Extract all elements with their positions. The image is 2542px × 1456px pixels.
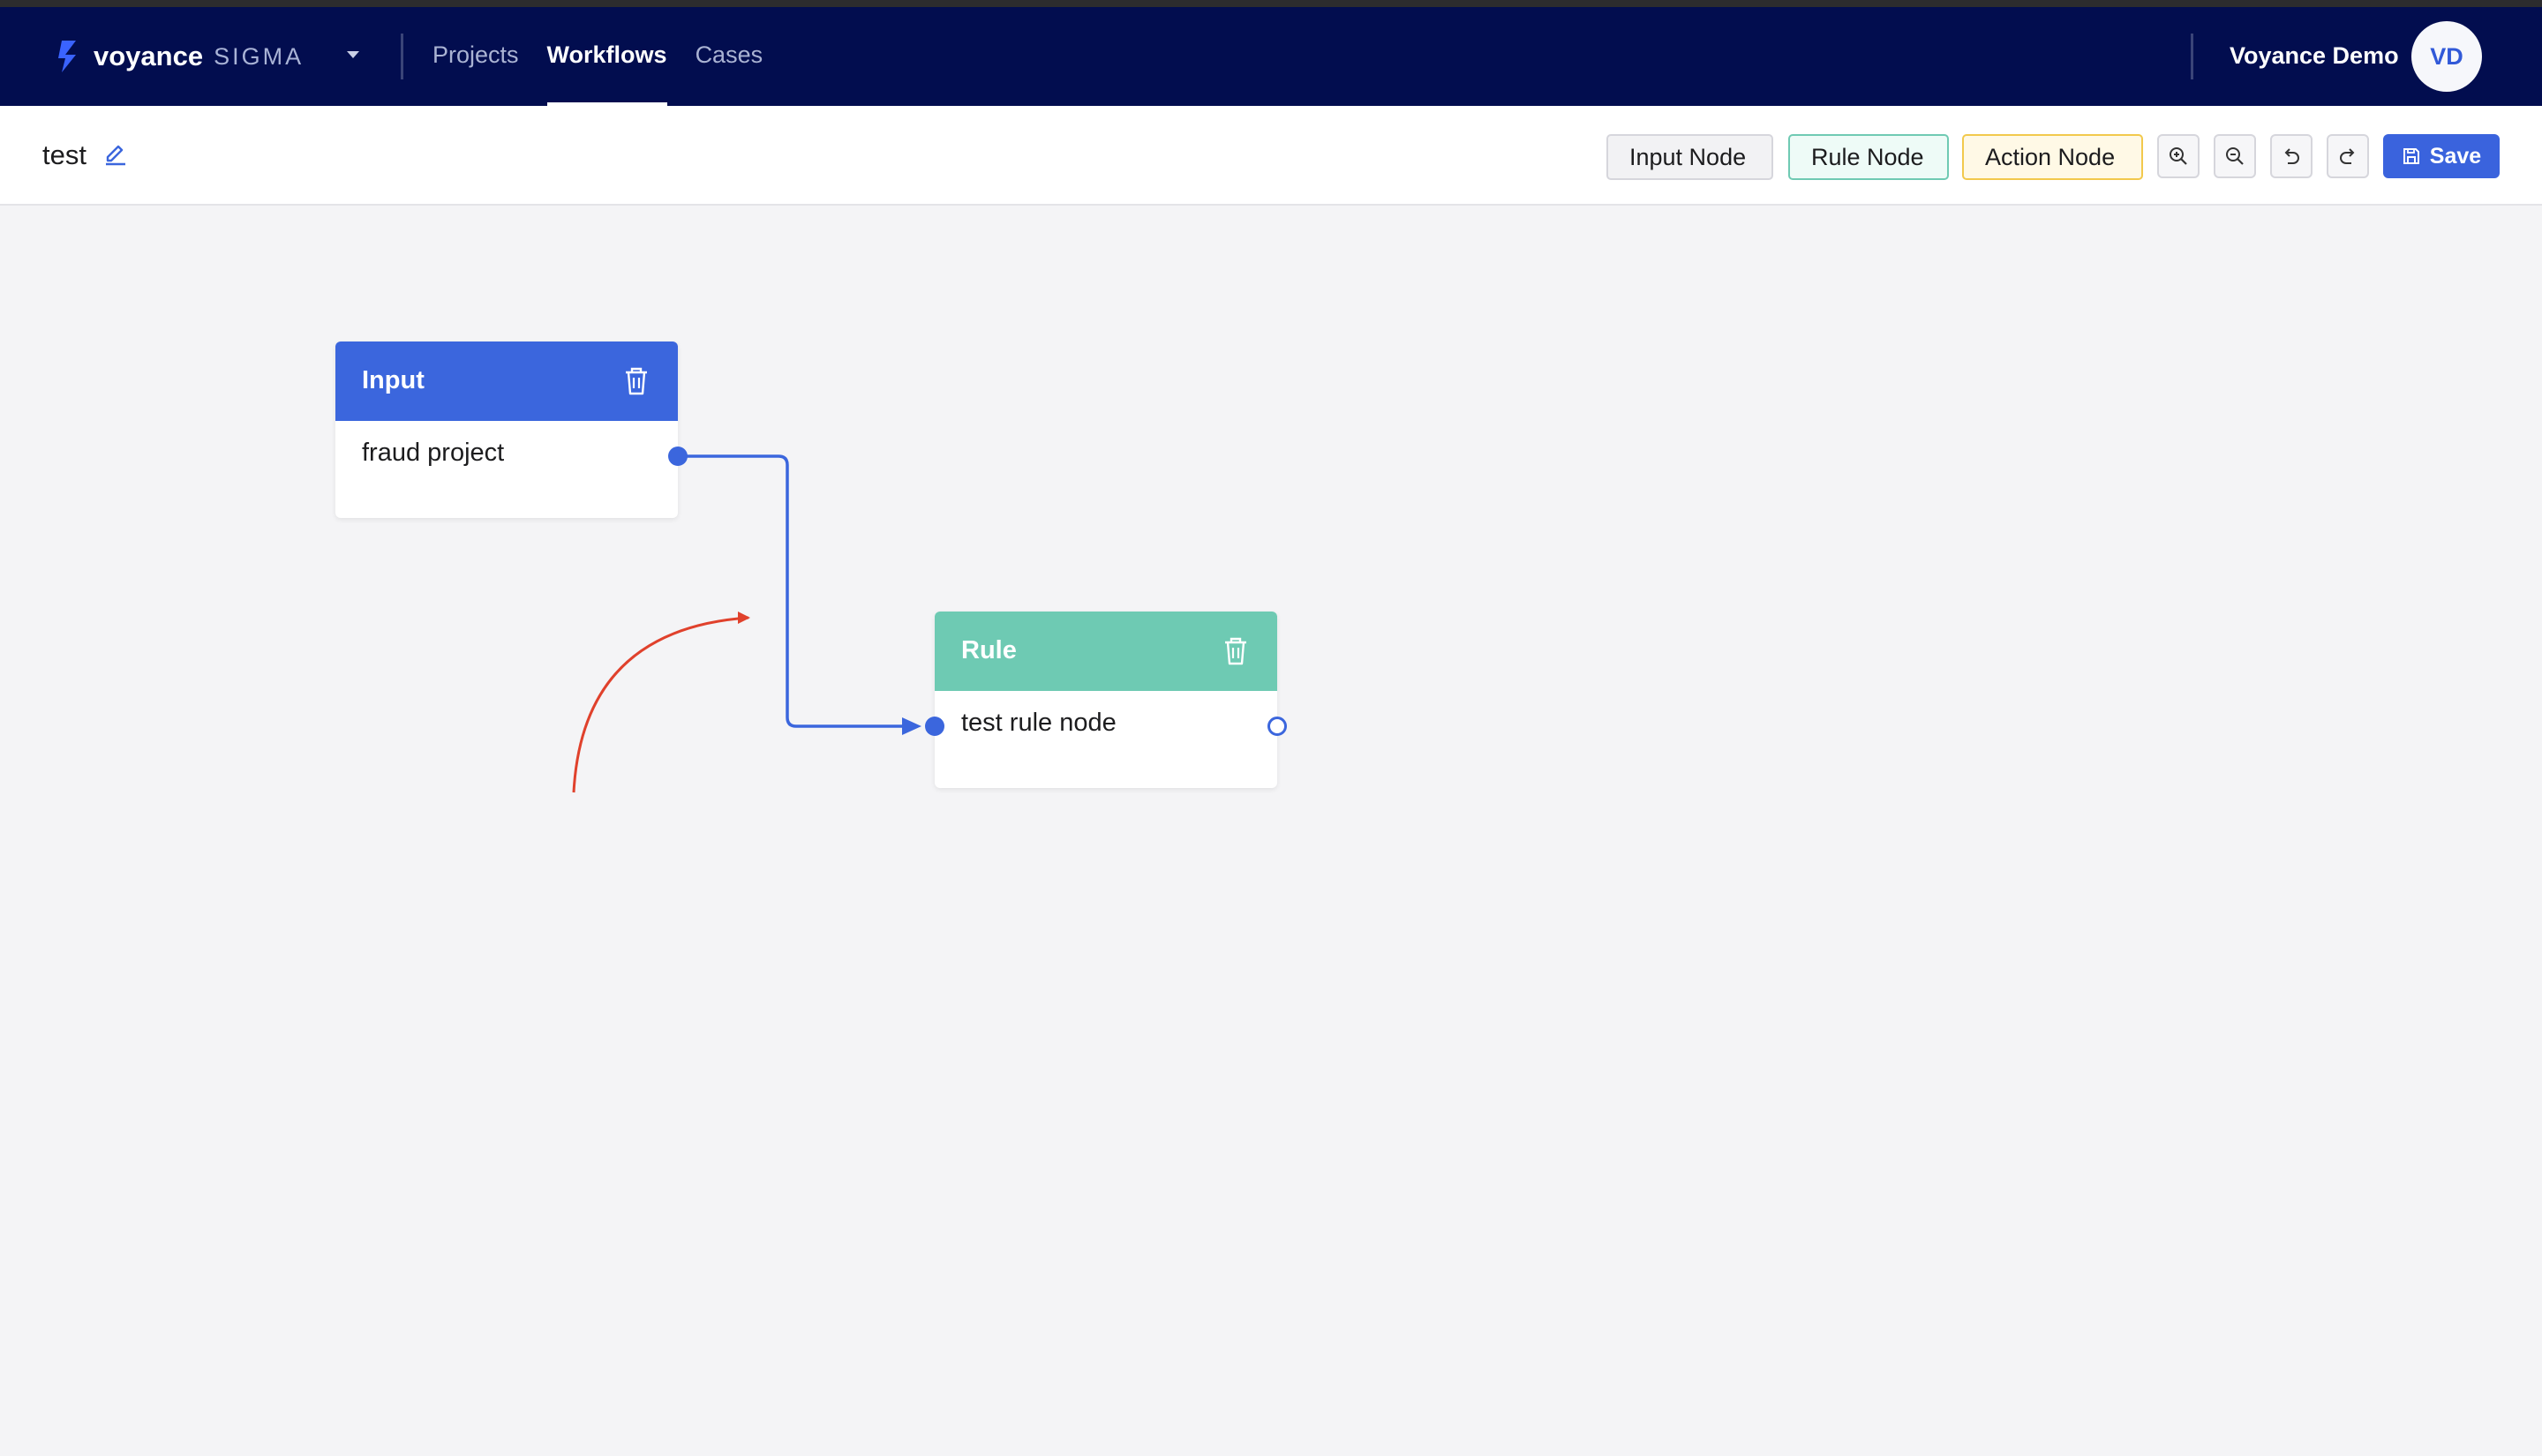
- zoom-in-icon: [2170, 147, 2187, 165]
- workflow-canvas[interactable]: Input fraud project Rule test rule node: [0, 206, 2542, 1456]
- brand-name: voyance: [94, 41, 204, 71]
- rule-node[interactable]: Rule test rule node: [925, 612, 1287, 788]
- redo-button[interactable]: [2327, 134, 2369, 178]
- rule-node-output-port[interactable]: [1267, 717, 1287, 736]
- add-input-node-button[interactable]: Input Node: [1606, 134, 1773, 180]
- brand-product: SIGMA: [214, 42, 305, 70]
- top-navbar: voyance SIGMA Projects Workflows Cases V…: [0, 7, 2542, 106]
- nav-divider-right: [2191, 34, 2193, 79]
- main-nav: Projects Workflows Cases: [432, 7, 791, 106]
- save-label: Save: [2429, 143, 2482, 169]
- zoom-out-icon: [2226, 147, 2244, 165]
- rule-node-header[interactable]: Rule: [935, 612, 1277, 691]
- workflow-title: test: [42, 139, 86, 170]
- brand-logo[interactable]: voyance SIGMA: [56, 37, 304, 76]
- user-name: Voyance Demo: [2230, 42, 2399, 69]
- pencil-icon[interactable]: [102, 139, 129, 166]
- nav-workflows[interactable]: Workflows: [546, 7, 667, 106]
- chevron-down-icon[interactable]: [344, 46, 362, 64]
- rule-node-body: test rule node: [961, 709, 1117, 737]
- window-top-strip: [0, 0, 2542, 7]
- trash-icon[interactable]: [621, 365, 651, 397]
- rule-node-title: Rule: [961, 636, 1017, 664]
- input-node-body: fraud project: [362, 439, 505, 467]
- annotation-arrowhead: [738, 612, 750, 624]
- undo-button[interactable]: [2270, 134, 2313, 178]
- voyance-logo-icon: [58, 41, 76, 72]
- rule-node-input-port[interactable]: [925, 717, 944, 736]
- edge-arrowhead: [902, 717, 921, 735]
- workflow-toolbar: test Input Node Rule Node Action Node Sa…: [0, 106, 2542, 206]
- input-node-title: Input: [362, 366, 425, 394]
- zoom-out-button[interactable]: [2214, 134, 2256, 178]
- undo-icon: [2284, 148, 2299, 164]
- redo-icon: [2340, 148, 2355, 164]
- input-node-header[interactable]: Input: [335, 341, 678, 421]
- zoom-in-button[interactable]: [2157, 134, 2200, 178]
- edge-input-to-rule: [678, 454, 907, 728]
- trash-icon[interactable]: [1221, 635, 1251, 667]
- add-rule-node-button[interactable]: Rule Node: [1788, 134, 1949, 180]
- nav-cases[interactable]: Cases: [696, 7, 763, 106]
- input-node-output-port[interactable]: [668, 447, 688, 466]
- save-button[interactable]: Save: [2383, 134, 2500, 178]
- avatar[interactable]: VD: [2411, 21, 2482, 92]
- add-action-node-button[interactable]: Action Node: [1962, 134, 2143, 180]
- annotation-arrow: [572, 616, 749, 793]
- save-icon: [2403, 148, 2419, 164]
- input-node[interactable]: Input fraud project: [335, 341, 688, 518]
- nav-divider: [401, 34, 403, 79]
- nav-projects[interactable]: Projects: [432, 7, 519, 106]
